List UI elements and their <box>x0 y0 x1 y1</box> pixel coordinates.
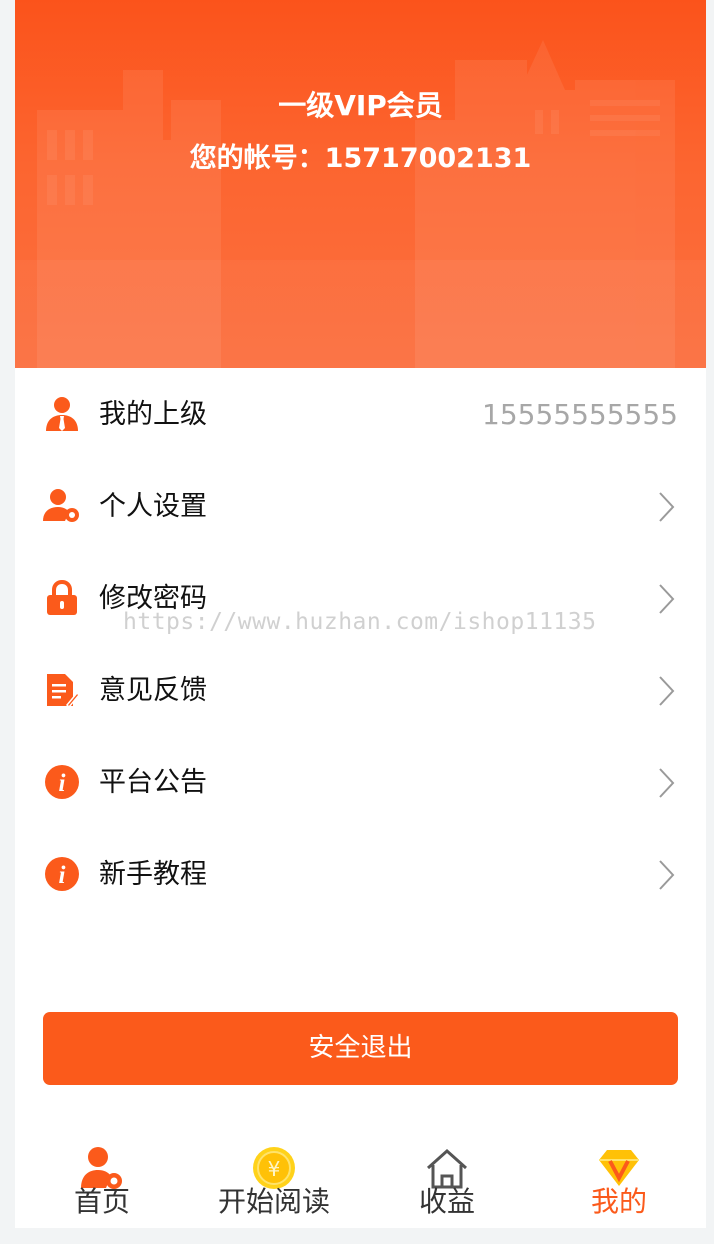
tab-home[interactable]: 首页 <box>27 1140 177 1228</box>
tab-label: 收益 <box>418 1185 475 1218</box>
tab-label: 首页 <box>73 1185 130 1218</box>
svg-text:i: i <box>59 862 66 889</box>
tab-label: 开始阅读 <box>217 1185 330 1218</box>
chevron-right-icon <box>659 584 675 614</box>
menu-item-superior[interactable]: 我的上级 15555555555 <box>15 368 706 460</box>
vip-level-title: 一级VIP会员 <box>278 89 443 122</box>
chevron-right-icon <box>659 676 675 706</box>
account-line: 您的帐号：15717002131 <box>15 136 706 175</box>
chevron-right-icon <box>659 768 675 798</box>
menu-item-change-password[interactable]: 修改密码 <box>15 552 706 644</box>
menu-item-tutorial[interactable]: i 新手教程 <box>15 828 706 920</box>
menu-list: 我的上级 15555555555 个人设置 修改密码 意见反馈 i 平台公告 i… <box>15 368 706 920</box>
menu-item-label: 个人设置 <box>99 491 207 522</box>
menu-item-personal-settings[interactable]: 个人设置 <box>15 460 706 552</box>
info-icon: i <box>43 763 81 801</box>
tab-earnings[interactable]: 收益 <box>372 1140 522 1228</box>
superior-account-value: 15555555555 <box>482 398 678 431</box>
lock-icon <box>43 579 81 617</box>
menu-item-label: 修改密码 <box>99 583 207 614</box>
menu-item-label: 我的上级 <box>99 399 207 430</box>
menu-item-label: 意见反馈 <box>99 675 207 706</box>
bottom-tab-bar: 首页 ¥ 开始阅读 收益 我的 <box>15 1140 706 1228</box>
menu-item-label: 平台公告 <box>99 767 207 798</box>
account-number: 15717002131 <box>324 143 532 174</box>
chevron-right-icon <box>659 492 675 522</box>
menu-item-announcements[interactable]: i 平台公告 <box>15 736 706 828</box>
document-edit-icon <box>43 671 81 709</box>
tab-start-reading[interactable]: ¥ 开始阅读 <box>199 1140 349 1228</box>
account-label: 您的帐号： <box>189 143 325 174</box>
logout-button[interactable]: 安全退出 <box>43 1012 678 1085</box>
app-screen: 一级VIP会员 您的帐号：15717002131 我的上级 1555555555… <box>15 0 706 1228</box>
info-icon: i <box>43 855 81 893</box>
svg-text:¥: ¥ <box>268 1157 281 1181</box>
svg-text:i: i <box>59 770 66 797</box>
menu-item-feedback[interactable]: 意见反馈 <box>15 644 706 736</box>
chevron-right-icon <box>659 860 675 890</box>
tab-mine[interactable]: 我的 <box>544 1140 694 1228</box>
tab-label: 我的 <box>590 1185 647 1218</box>
user-tie-icon <box>43 395 81 433</box>
city-skyline-illustration <box>15 40 706 368</box>
menu-item-label: 新手教程 <box>99 859 207 890</box>
profile-header: 一级VIP会员 您的帐号：15717002131 <box>15 0 706 368</box>
user-gear-icon <box>43 487 81 525</box>
